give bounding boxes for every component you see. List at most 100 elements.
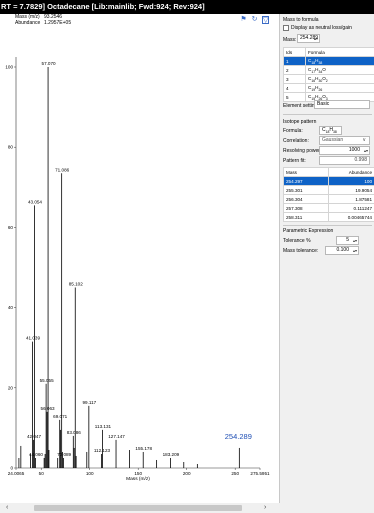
formula-id: 1	[283, 56, 306, 66]
spectrum-chart[interactable]: 0 20 40 60 80 100 24.0065 50 100 150 200 250 275.595…	[0, 14, 280, 498]
peak-label: 99.117	[82, 400, 96, 405]
formula-row[interactable]: 4 C19H26	[283, 83, 374, 93]
pointer-icon[interactable]: ▽	[262, 16, 269, 24]
element-settings-value: Basic	[317, 101, 330, 107]
formula-table-header: Ids Formula	[283, 47, 374, 57]
tolerance-input[interactable]: 5 ▴▾	[336, 236, 359, 245]
mass-tolerance-input[interactable]: 0.100 ▴▾	[325, 246, 359, 255]
highlight-peak-label: 254.289	[225, 432, 252, 441]
y-tick-label: 60	[8, 225, 14, 230]
formula-text: C19H26	[308, 84, 323, 92]
formula-cell: C17H34O	[305, 65, 374, 75]
link-icon[interactable]: ↻	[251, 16, 258, 24]
isotope-formula-value: C18H38	[322, 127, 337, 134]
isotope-row[interactable]: 256.304 1.87581	[283, 194, 374, 204]
column-header-abundance[interactable]: Abundance	[328, 167, 374, 177]
formula-id: 2	[283, 65, 306, 75]
isotope-table: Mass Abundance 254.297 100 255.301 19.9054 2…	[283, 167, 374, 222]
formula-id: 5	[283, 92, 306, 102]
isotope-row[interactable]: 254.297 100	[283, 176, 374, 186]
mass-input[interactable]: 254.289 ▴▾	[297, 34, 320, 43]
spin-icon[interactable]: ▴▾	[364, 147, 368, 154]
isotope-abundance: 100	[328, 176, 374, 186]
mass-to-formula-heading: Mass to formula	[283, 17, 319, 23]
y-tick-label: 100	[5, 65, 13, 70]
neutral-loss-label: Display as neutral loss/gain	[291, 25, 352, 31]
isotope-mass: 257.308	[283, 203, 329, 213]
peak-label: 42.047	[27, 434, 41, 439]
y-tick-label: 0	[10, 466, 13, 471]
correlation-dropdown[interactable]: Gaussian ∨	[319, 136, 370, 145]
x-tick-label: 250	[231, 471, 239, 476]
spin-icon[interactable]: ▴▾	[314, 35, 318, 42]
peak-label: 43.054	[28, 199, 42, 204]
spectrum-toolbar: ⚑ ↻ ▽	[240, 16, 269, 24]
peak-label: 57.070	[42, 61, 56, 66]
tolerance-value: 5	[346, 237, 349, 243]
column-header-ids[interactable]: Ids	[283, 47, 306, 57]
isotope-mass: 258.311	[283, 212, 329, 222]
peak-label: 83.086	[67, 430, 81, 435]
formula-row[interactable]: 1 C18H38	[283, 56, 374, 66]
divider	[283, 225, 372, 226]
y-tick-label: 20	[8, 385, 14, 390]
formula-id: 4	[283, 83, 306, 93]
element-settings-dropdown[interactable]: Basic	[314, 100, 370, 109]
peak-label: 71.086	[55, 167, 69, 172]
formula-text: C16H30O2	[308, 75, 328, 83]
mass-tolerance-value: 0.100	[336, 247, 349, 253]
x-axis-label: Mass (m/z)	[126, 476, 150, 482]
resolving-power-input[interactable]: 1000 ▴▾	[319, 146, 370, 155]
spin-icon[interactable]: ▴▾	[353, 237, 357, 244]
correlation-value: Gaussian	[322, 137, 344, 143]
isotope-row[interactable]: 255.301 19.9054	[283, 185, 374, 195]
formula-id: 3	[283, 74, 306, 84]
formula-text: C15H26O3	[308, 93, 328, 101]
isotope-row[interactable]: 258.311 0.00465744	[283, 212, 374, 222]
scroll-left-icon[interactable]: ‹	[6, 503, 8, 513]
isotope-mass: 254.297	[283, 176, 329, 186]
resolving-power-label: Resolving power:	[283, 148, 322, 154]
isotope-abundance: 0.111247	[328, 203, 374, 213]
pattern-fit-value: 0.998	[319, 156, 370, 165]
formula-cell: C18H38	[305, 56, 374, 66]
neutral-loss-checkbox[interactable]	[283, 25, 289, 31]
isotope-row[interactable]: 257.308 0.111247	[283, 203, 374, 213]
x-tick-label: 50	[39, 471, 45, 476]
column-header-formula[interactable]: Formula	[305, 47, 374, 57]
isotope-formula-label: Formula:	[283, 128, 303, 134]
x-tick-label: 100	[86, 471, 94, 476]
peak-label: 127.147	[108, 434, 125, 439]
y-tick-label: 40	[8, 305, 14, 310]
x-tick-label: 275.5951	[250, 471, 270, 476]
horizontal-scrollbar[interactable]: ‹ ›	[0, 503, 280, 513]
scroll-right-icon[interactable]: ›	[264, 503, 266, 513]
parametric-heading: Parametric Expression	[283, 228, 334, 234]
isotope-mass: 256.304	[283, 194, 329, 204]
formula-cell: C16H30O2	[305, 74, 374, 84]
dropdown-icon: ∨	[362, 137, 366, 143]
divider	[283, 114, 372, 115]
peak-label: 112.123	[94, 448, 111, 453]
scrollbar-thumb[interactable]	[34, 505, 242, 511]
spin-icon[interactable]: ▴▾	[353, 247, 357, 254]
formula-text: C18H38	[308, 57, 323, 65]
peak-label: 183.209	[163, 452, 180, 457]
lock-icon[interactable]: ⚑	[240, 16, 247, 24]
isotope-formula-input[interactable]: C18H38	[319, 126, 342, 135]
pattern-fit-label: Pattern fit:	[283, 158, 306, 164]
mass-tolerance-label: Mass tolerance:	[283, 248, 319, 254]
formula-row[interactable]: 3 C16H30O2	[283, 74, 374, 84]
resolving-power-value: 1000	[348, 147, 360, 153]
peak-label: 69.071	[53, 414, 67, 419]
mass-label: Mass:	[283, 37, 297, 43]
abundance-readout-value: 1.2957E+05	[44, 19, 72, 26]
tolerance-label: Tolerance %	[283, 238, 311, 244]
column-header-mass[interactable]: Mass	[283, 167, 329, 177]
peak-label: 73.089	[57, 452, 71, 457]
peak-label: 113.131	[95, 424, 112, 429]
y-tick-label: 80	[8, 145, 14, 150]
spectrum-panel[interactable]: 0 20 40 60 80 100 24.0065 50 100 150 200 250 275.595…	[0, 14, 280, 513]
formula-row[interactable]: 2 C17H34O	[283, 65, 374, 75]
peak-label: 41.039	[26, 336, 40, 341]
